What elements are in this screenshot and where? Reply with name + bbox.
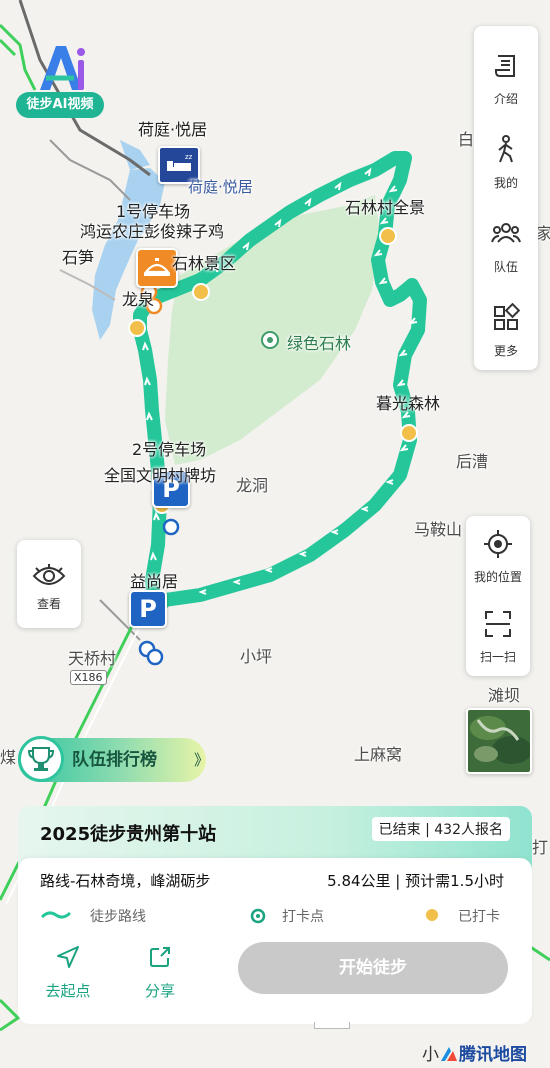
event-status-badge: 已结束 | 432人报名 (371, 817, 510, 841)
place-label-houcao: 后漕 (456, 452, 489, 471)
poi-label-shilin-scenic[interactable]: 石林景区 (172, 250, 236, 274)
right-toolbar: 介绍 我的 队伍 更多 (474, 26, 538, 370)
my-location-button[interactable]: 我的位置 (466, 516, 530, 596)
team-button[interactable]: 队伍 (474, 204, 538, 284)
poi-label-yishangju[interactable]: 益尚居 (130, 568, 178, 592)
share-icon (150, 947, 170, 967)
place-label-longdong: 龙洞 (236, 476, 269, 495)
grid-icon (494, 302, 521, 330)
parking-icon-3[interactable]: P (129, 590, 167, 628)
poi-label-longquan[interactable]: 龙泉 (122, 286, 154, 310)
satellite-thumbnail-image (468, 710, 530, 772)
satellite-layer-button[interactable] (466, 708, 532, 774)
poi-label-wenming[interactable]: 全国文明村牌坊 (104, 462, 216, 486)
mine-button[interactable]: 我的 (474, 120, 538, 200)
scale-indicator (314, 1022, 350, 1029)
route-line-legend-icon (40, 911, 72, 919)
legend-checked-label: 已打卡 (458, 909, 500, 925)
ai-video-button[interactable]: 徒步AI视频 (16, 38, 104, 122)
map-attribution-prefix: 小 (422, 1045, 439, 1065)
place-label-xiaoping: 小坪 (240, 647, 273, 666)
place-label-tianqiao: 天桥村 (68, 649, 117, 668)
legend-checkpoint-label: 打卡点 (282, 909, 324, 925)
place-label-bai: 白 (458, 130, 475, 149)
place-label-tanba: 滩坝 (488, 686, 521, 705)
event-title: 2025徒步贵州第十站 (40, 824, 217, 845)
poi-label-lvse-shilin[interactable]: 绿色石林 (287, 330, 351, 354)
legend-route-label: 徒步路线 (90, 909, 146, 925)
my-location-label: 我的位置 (473, 570, 522, 584)
scan-icon (485, 611, 511, 637)
chevron-right-icon: 》 (194, 751, 210, 769)
eye-icon (32, 564, 66, 585)
team-label: 队伍 (493, 260, 518, 274)
trophy-icon (18, 736, 64, 782)
poi-label-heting-side[interactable]: 荷庭·悦居 (188, 176, 253, 197)
route-name: 路线-石林奇境，峰湖砺步 (40, 872, 211, 890)
ai-video-label: 徒步AI视频 (16, 92, 104, 118)
road-badge-x186: X186 (70, 670, 107, 685)
crosshair-icon (484, 530, 512, 558)
tencent-maps-logo-icon (441, 1047, 457, 1061)
poi-label-parking2[interactable]: 2号停车场 (132, 436, 206, 460)
intro-label: 介绍 (493, 92, 518, 106)
map-attribution: 小腾讯地图 (422, 1040, 527, 1065)
scan-label: 扫一扫 (479, 650, 516, 664)
more-label: 更多 (493, 344, 518, 358)
poi-label-restaurant[interactable]: 鸿运农庄彭俊辣子鸡 (80, 218, 224, 242)
navigate-arrow-icon (57, 946, 79, 968)
place-label-shangmawo: 上麻窝 (354, 745, 403, 764)
poi-label-heting[interactable]: 荷庭·悦居 (138, 116, 207, 140)
poi-label-shilin-village[interactable]: 石林村全景 (345, 194, 425, 218)
go-start-label: 去起点 (45, 982, 91, 1000)
start-hiking-button[interactable]: 开始徒步 (238, 942, 508, 994)
view-button[interactable]: 查看 (17, 540, 81, 628)
share-label: 分享 (144, 982, 175, 1000)
leaderboard-button[interactable]: 队伍排行榜 》 (18, 736, 210, 782)
checked-legend-icon (424, 907, 440, 923)
view-label: 查看 (36, 597, 61, 611)
poi-label-shisun[interactable]: 石笋 (62, 244, 94, 268)
scroll-icon (495, 55, 515, 77)
leaderboard-label: 队伍排行榜 (72, 750, 157, 770)
group-icon (491, 223, 521, 243)
place-label-maanshan: 马鞍山 (414, 520, 463, 539)
svg-text:zz: zz (185, 153, 193, 161)
mine-label: 我的 (493, 176, 518, 190)
go-start-button[interactable]: 去起点 (28, 944, 108, 1001)
more-button[interactable]: 更多 (474, 288, 538, 368)
ai-logo-icon (40, 46, 85, 90)
route-distance-duration: 5.84公里 | 预计需1.5小时 (327, 872, 504, 890)
scan-button[interactable]: 扫一扫 (466, 596, 530, 676)
route-info-card: 路线-石林奇境，峰湖砺步 5.84公里 | 预计需1.5小时 徒步路线 打卡点 … (18, 858, 532, 1024)
intro-button[interactable]: 介绍 (474, 36, 538, 116)
checkpoint-legend-icon (250, 908, 266, 924)
place-label-jia: 家 (536, 224, 550, 243)
poi-label-muguang[interactable]: 暮光森林 (376, 390, 440, 414)
place-label-ding: 打 (532, 838, 549, 857)
share-button[interactable]: 分享 (120, 944, 200, 1001)
location-scan-panel: 我的位置 扫一扫 (466, 516, 530, 676)
place-label-mei: 煤 (0, 748, 17, 767)
tencent-maps-label: 腾讯地图 (459, 1045, 527, 1065)
hiker-icon (498, 135, 513, 163)
